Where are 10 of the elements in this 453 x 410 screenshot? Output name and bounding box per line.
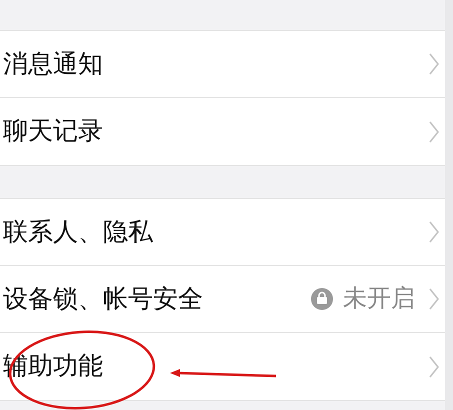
setting-label: 聊天记录 — [3, 119, 103, 144]
chevron-right-icon[interactable] — [429, 288, 439, 310]
setting-label: 联系人、隐私 — [3, 220, 153, 244]
setting-label: 设备锁、帐号安全 — [3, 286, 203, 312]
chevron-right-icon[interactable] — [429, 356, 439, 378]
chevron-right-icon[interactable] — [429, 221, 439, 243]
setting-label: 消息通知 — [3, 52, 103, 76]
chevron-right-icon[interactable] — [429, 53, 439, 75]
status-value: 未开启 — [343, 287, 415, 311]
chevron-right-icon[interactable] — [429, 120, 439, 142]
